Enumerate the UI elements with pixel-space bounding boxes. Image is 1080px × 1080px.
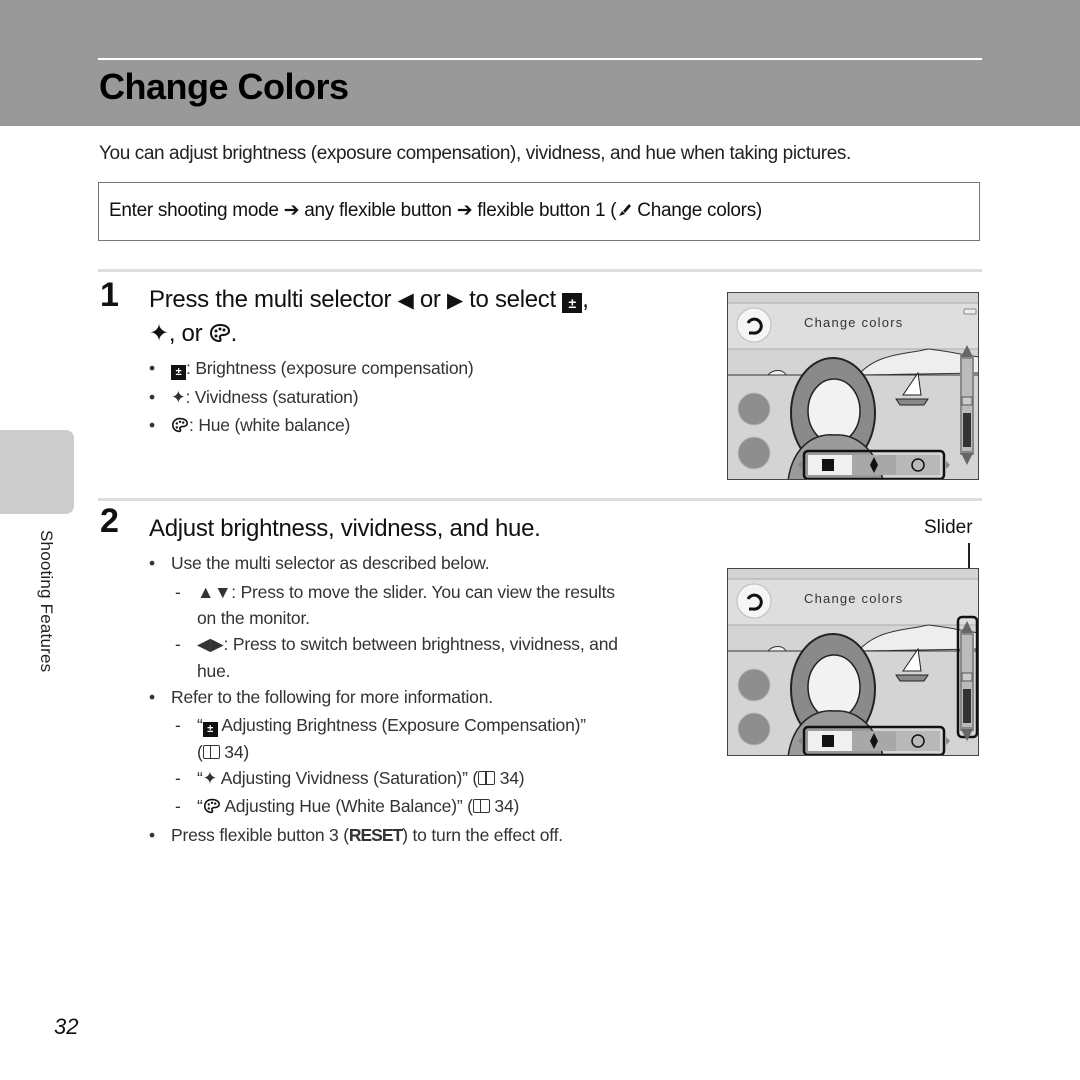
- slider-callout-label: Slider: [924, 517, 973, 538]
- heading-text: Press the multi selector: [149, 286, 398, 313]
- reference-link: Adjusting Vividness (Saturation)” (: [217, 767, 479, 788]
- list-item: ✦: Vividness (saturation): [149, 383, 474, 412]
- camera-screen-title: Change colors: [804, 591, 904, 606]
- item-label: : Press to switch between brightness, vi…: [223, 634, 618, 654]
- step-heading: Press the multi selector ◀ or ▶ to selec…: [149, 286, 589, 347]
- item-label: ) to turn the effect off.: [402, 824, 563, 845]
- page-ref: 34): [495, 767, 525, 788]
- reference-link: Adjusting Brightness (Exposure Compensat…: [217, 715, 586, 735]
- section-tab-label: Shooting Features: [37, 530, 56, 673]
- item-label: Refer to the following for more informat…: [171, 686, 493, 707]
- camera-screen-title: Change colors: [804, 315, 904, 330]
- list-item: Use the multi selector as described belo…: [149, 549, 699, 578]
- heading-text: .: [230, 320, 238, 347]
- up-down-arrows-icon: ▲▼: [197, 581, 232, 602]
- step1-list: ±: Brightness (exposure compensation) ✦:…: [149, 354, 474, 440]
- left-right-arrows-icon: ◀▶: [197, 634, 224, 654]
- step-number: 2: [100, 502, 119, 540]
- vividness-icon: ✦: [171, 386, 186, 407]
- nav-step: any flexible button: [304, 200, 452, 221]
- page-ref: 34): [219, 741, 249, 762]
- book-icon: [478, 770, 496, 785]
- section-divider: [98, 269, 982, 272]
- sub-item-continuation: ( 34): [197, 741, 249, 762]
- section-tab: [0, 430, 74, 514]
- navigation-path: Enter shooting mode ➔ any flexible butto…: [109, 199, 762, 222]
- camera-screen-2: Change colors: [727, 568, 979, 756]
- reference-item: - “± Adjusting Brightness (Exposure Compe…: [175, 715, 586, 737]
- intro-text: You can adjust brightness (exposure comp…: [99, 143, 851, 164]
- item-label: Use the multi selector as described belo…: [171, 553, 490, 573]
- item-label: Press flexible button 3 (: [171, 824, 349, 845]
- item-label: : Brightness (exposure compensation): [186, 358, 474, 378]
- arrow-right-icon: ➔: [456, 200, 473, 221]
- page-ref: 34): [489, 796, 520, 816]
- vividness-icon: ✦: [202, 767, 218, 788]
- reference-item: - “✦ Adjusting Vividness (Saturation)” ( …: [175, 767, 525, 788]
- heading-text: to select: [462, 286, 563, 313]
- palette-icon: [171, 413, 189, 433]
- reference-item: - “ Adjusting Hue (White Balance)” ( 34): [175, 794, 520, 816]
- nav-step: flexible button 1 (: [477, 200, 617, 221]
- palette-icon: [209, 319, 231, 343]
- heading-text: , or: [168, 320, 209, 347]
- right-arrow-icon: ▶: [446, 289, 463, 312]
- heading-text: or: [413, 286, 447, 313]
- left-arrow-icon: ◀: [397, 289, 414, 312]
- list-item: : Hue (white balance): [149, 411, 474, 440]
- reset-icon: RESET: [348, 824, 403, 845]
- header-rule: [98, 58, 982, 60]
- sub-item-continuation: hue.: [197, 660, 231, 681]
- nav-step: Enter shooting mode: [109, 200, 279, 221]
- reference-link: Adjusting Hue (White Balance)” (: [220, 796, 473, 816]
- arrow-right-icon: ➔: [283, 200, 300, 221]
- item-label: : Vividness (saturation): [185, 386, 359, 407]
- sub-item-continuation: on the monitor.: [197, 608, 310, 628]
- exposure-compensation-icon: ±: [562, 293, 583, 313]
- page-number: 32: [54, 1014, 79, 1039]
- book-icon: [202, 744, 220, 759]
- sub-item: - ◀▶: Press to switch between brightness,…: [175, 634, 618, 654]
- section-divider: [98, 498, 982, 501]
- navigation-box: Enter shooting mode ➔ any flexible butto…: [98, 182, 980, 241]
- camera-screen-1: Change colors: [727, 292, 979, 480]
- sub-item: - ▲▼: Press to move the slider. You can v…: [175, 581, 615, 602]
- brush-icon: [616, 202, 632, 218]
- vividness-icon: ✦: [149, 320, 169, 347]
- nav-menu-label: Change colors): [637, 200, 762, 221]
- list-item: Press flexible button 3 (RESET) to turn …: [149, 821, 699, 850]
- list-item: ±: Brightness (exposure compensation): [149, 354, 474, 383]
- step2-list: Use the multi selector as described belo…: [149, 549, 699, 849]
- list-item: Refer to the following for more informat…: [149, 683, 699, 712]
- step-heading: Adjust brightness, vividness, and hue.: [149, 515, 541, 542]
- page-title: Change Colors: [99, 66, 349, 107]
- step-number: 1: [100, 276, 119, 314]
- item-label: : Press to move the slider. You can view…: [231, 581, 615, 602]
- book-icon: [472, 799, 490, 813]
- item-label: : Hue (white balance): [189, 415, 351, 435]
- palette-icon: [203, 794, 221, 814]
- exposure-compensation-icon: ±: [171, 365, 186, 380]
- exposure-compensation-icon: ±: [202, 722, 218, 737]
